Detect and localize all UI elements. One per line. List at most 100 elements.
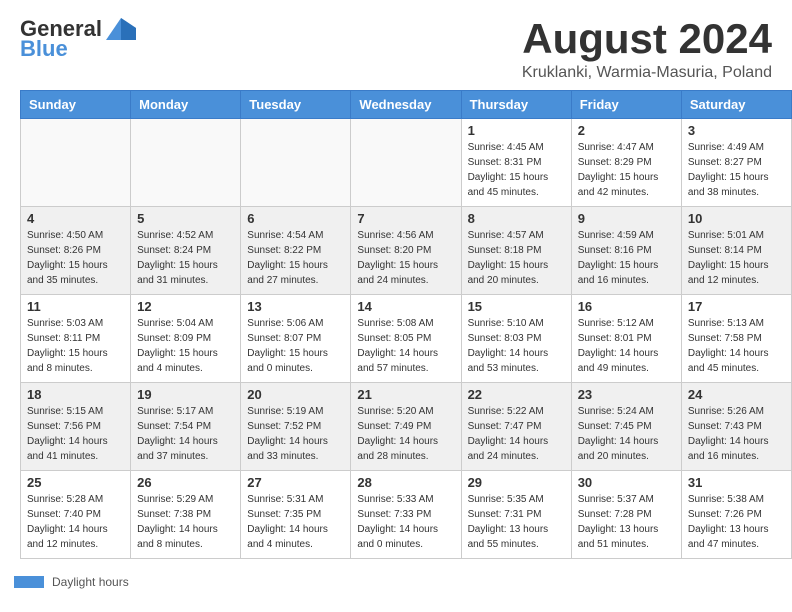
day-info: Sunrise: 4:54 AM Sunset: 8:22 PM Dayligh… [247, 228, 344, 288]
day-number: 25 [27, 475, 124, 490]
calendar-cell-w3-d4: 14 Sunrise: 5:08 AM Sunset: 8:05 PM Dayli… [351, 295, 461, 383]
day-info: Sunrise: 5:10 AM Sunset: 8:03 PM Dayligh… [468, 316, 565, 376]
logo: General Blue [20, 16, 136, 62]
day-info: Sunrise: 5:01 AM Sunset: 8:14 PM Dayligh… [688, 228, 785, 288]
week-row-3: 11Sunrise: 5:03 AM Sunset: 8:11 PM Dayli… [21, 295, 792, 383]
week-row-2: 4Sunrise: 4:50 AM Sunset: 8:26 PM Daylig… [21, 207, 792, 295]
calendar-cell-w5-d7: 31Sunrise: 5:38 AM Sunset: 7:26 PM Dayli… [681, 471, 791, 559]
month-title: August 2024 [522, 16, 772, 62]
col-sunday: Sunday [21, 91, 131, 119]
calendar-cell-w3-d7: 17 Sunrise: 5:13 AM Sunset: 7:58 PM Dayli… [681, 295, 791, 383]
day-number: 18 [27, 387, 124, 402]
day-info: Sunrise: 5:35 AM Sunset: 7:31 PM Dayligh… [468, 492, 565, 552]
calendar-cell-w4-d4: 21Sunrise: 5:20 AM Sunset: 7:49 PM Dayli… [351, 383, 461, 471]
day-info: Sunrise: 5:12 AM Sunset: 8:01 PM Dayligh… [578, 316, 675, 376]
day-info: Sunrise: 5:04 AM Sunset: 8:09 PM Dayligh… [137, 316, 234, 376]
legend-label: Daylight hours [52, 575, 129, 589]
calendar-cell-w4-d6: 23 Sunrise: 5:24 AM Sunset: 7:45 PM Dayli… [571, 383, 681, 471]
calendar-cell-w2-d5: 8Sunrise: 4:57 AM Sunset: 8:18 PM Daylig… [461, 207, 571, 295]
day-info: Sunrise: 4:50 AM Sunset: 8:26 PM Dayligh… [27, 228, 124, 288]
calendar-cell-w2-d7: 10Sunrise: 5:01 AM Sunset: 8:14 PM Dayli… [681, 207, 791, 295]
calendar-cell-w3-d2: 12Sunrise: 5:04 AM Sunset: 8:09 PM Dayli… [131, 295, 241, 383]
day-info: Sunrise: 5:08 AM Sunset: 8:05 PM Dayligh… [357, 316, 454, 376]
day-number: 30 [578, 475, 675, 490]
day-info: Sunrise: 5:15 AM Sunset: 7:56 PM Dayligh… [27, 404, 124, 464]
day-number: 3 [688, 123, 785, 138]
calendar-cell-w3-d5: 15Sunrise: 5:10 AM Sunset: 8:03 PM Dayli… [461, 295, 571, 383]
day-number: 20 [247, 387, 344, 402]
day-info: Sunrise: 4:57 AM Sunset: 8:18 PM Dayligh… [468, 228, 565, 288]
header-row: Sunday Monday Tuesday Wednesday Thursday… [21, 91, 792, 119]
day-number: 26 [137, 475, 234, 490]
week-row-4: 18 Sunrise: 5:15 AM Sunset: 7:56 PM Dayli… [21, 383, 792, 471]
calendar-wrapper: Sunday Monday Tuesday Wednesday Thursday… [0, 90, 792, 569]
calendar-cell-w2-d2: 5Sunrise: 4:52 AM Sunset: 8:24 PM Daylig… [131, 207, 241, 295]
col-thursday: Thursday [461, 91, 571, 119]
calendar-cell-w1-d1 [21, 119, 131, 207]
day-number: 16 [578, 299, 675, 314]
calendar-cell-w1-d6: 2Sunrise: 4:47 AM Sunset: 8:29 PM Daylig… [571, 119, 681, 207]
day-number: 14 [357, 299, 454, 314]
day-number: 1 [468, 123, 565, 138]
calendar-cell-w2-d3: 6 Sunrise: 4:54 AM Sunset: 8:22 PM Daylig… [241, 207, 351, 295]
col-tuesday: Tuesday [241, 91, 351, 119]
calendar-cell-w1-d5: 1 Sunrise: 4:45 AM Sunset: 8:31 PM Daylig… [461, 119, 571, 207]
calendar-cell-w5-d5: 29Sunrise: 5:35 AM Sunset: 7:31 PM Dayli… [461, 471, 571, 559]
calendar-cell-w1-d4 [351, 119, 461, 207]
calendar-cell-w5-d3: 27Sunrise: 5:31 AM Sunset: 7:35 PM Dayli… [241, 471, 351, 559]
location: Kruklanki, Warmia-Masuria, Poland [522, 64, 772, 82]
calendar-cell-w2-d4: 7 Sunrise: 4:56 AM Sunset: 8:20 PM Daylig… [351, 207, 461, 295]
day-info: Sunrise: 5:33 AM Sunset: 7:33 PM Dayligh… [357, 492, 454, 552]
day-info: Sunrise: 5:06 AM Sunset: 8:07 PM Dayligh… [247, 316, 344, 376]
calendar-cell-w1-d2 [131, 119, 241, 207]
col-monday: Monday [131, 91, 241, 119]
day-number: 13 [247, 299, 344, 314]
day-number: 28 [357, 475, 454, 490]
calendar-cell-w4-d1: 18 Sunrise: 5:15 AM Sunset: 7:56 PM Dayli… [21, 383, 131, 471]
col-wednesday: Wednesday [351, 91, 461, 119]
page-header: General Blue August 2024 Kruklanki, Warm… [0, 0, 792, 90]
calendar-cell-w4-d5: 22 Sunrise: 5:22 AM Sunset: 7:47 PM Dayli… [461, 383, 571, 471]
calendar-cell-w4-d7: 24Sunrise: 5:26 AM Sunset: 7:43 PM Dayli… [681, 383, 791, 471]
day-info: Sunrise: 5:13 AM Sunset: 7:58 PM Dayligh… [688, 316, 785, 376]
day-info: Sunrise: 5:37 AM Sunset: 7:28 PM Dayligh… [578, 492, 675, 552]
logo-blue-text: Blue [20, 36, 68, 62]
title-section: August 2024 Kruklanki, Warmia-Masuria, P… [522, 16, 772, 82]
calendar-cell-w5-d2: 26Sunrise: 5:29 AM Sunset: 7:38 PM Dayli… [131, 471, 241, 559]
day-number: 7 [357, 211, 454, 226]
day-number: 23 [578, 387, 675, 402]
legend: Daylight hours [0, 569, 792, 595]
col-friday: Friday [571, 91, 681, 119]
week-row-5: 25 Sunrise: 5:28 AM Sunset: 7:40 PM Dayli… [21, 471, 792, 559]
calendar-cell-w4-d2: 19 Sunrise: 5:17 AM Sunset: 7:54 PM Dayli… [131, 383, 241, 471]
day-info: Sunrise: 5:28 AM Sunset: 7:40 PM Dayligh… [27, 492, 124, 552]
day-info: Sunrise: 5:38 AM Sunset: 7:26 PM Dayligh… [688, 492, 785, 552]
day-info: Sunrise: 5:19 AM Sunset: 7:52 PM Dayligh… [247, 404, 344, 464]
day-info: Sunrise: 4:45 AM Sunset: 8:31 PM Dayligh… [468, 140, 565, 200]
day-number: 19 [137, 387, 234, 402]
day-number: 22 [468, 387, 565, 402]
calendar-cell-w4-d3: 20 Sunrise: 5:19 AM Sunset: 7:52 PM Dayli… [241, 383, 351, 471]
day-info: Sunrise: 5:20 AM Sunset: 7:49 PM Dayligh… [357, 404, 454, 464]
day-number: 17 [688, 299, 785, 314]
day-info: Sunrise: 4:56 AM Sunset: 8:20 PM Dayligh… [357, 228, 454, 288]
calendar-cell-w1-d7: 3 Sunrise: 4:49 AM Sunset: 8:27 PM Daylig… [681, 119, 791, 207]
calendar-cell-w5-d4: 28 Sunrise: 5:33 AM Sunset: 7:33 PM Dayli… [351, 471, 461, 559]
day-info: Sunrise: 5:24 AM Sunset: 7:45 PM Dayligh… [578, 404, 675, 464]
day-info: Sunrise: 5:17 AM Sunset: 7:54 PM Dayligh… [137, 404, 234, 464]
calendar-header: Sunday Monday Tuesday Wednesday Thursday… [21, 91, 792, 119]
day-number: 9 [578, 211, 675, 226]
day-number: 2 [578, 123, 675, 138]
calendar-cell-w3-d1: 11Sunrise: 5:03 AM Sunset: 8:11 PM Dayli… [21, 295, 131, 383]
col-saturday: Saturday [681, 91, 791, 119]
day-info: Sunrise: 5:22 AM Sunset: 7:47 PM Dayligh… [468, 404, 565, 464]
day-number: 6 [247, 211, 344, 226]
calendar-cell-w5-d6: 30 Sunrise: 5:37 AM Sunset: 7:28 PM Dayli… [571, 471, 681, 559]
day-info: Sunrise: 4:59 AM Sunset: 8:16 PM Dayligh… [578, 228, 675, 288]
calendar-cell-w5-d1: 25 Sunrise: 5:28 AM Sunset: 7:40 PM Dayli… [21, 471, 131, 559]
calendar-cell-w1-d3 [241, 119, 351, 207]
calendar-table: Sunday Monday Tuesday Wednesday Thursday… [20, 90, 792, 559]
calendar-cell-w3-d3: 13 Sunrise: 5:06 AM Sunset: 8:07 PM Dayli… [241, 295, 351, 383]
day-info: Sunrise: 4:49 AM Sunset: 8:27 PM Dayligh… [688, 140, 785, 200]
day-number: 27 [247, 475, 344, 490]
